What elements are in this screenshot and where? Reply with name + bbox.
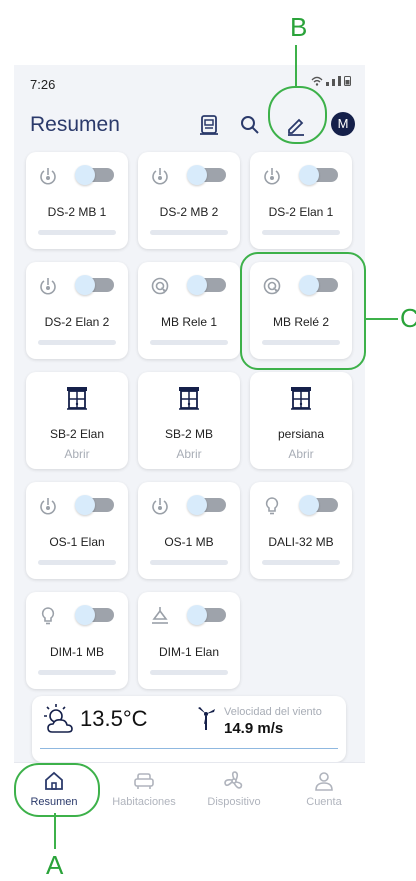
annotation-c-box [240, 252, 366, 370]
level-slider[interactable] [262, 560, 340, 565]
annotation-b-line [295, 45, 297, 87]
floorplan-icon[interactable] [197, 113, 221, 137]
level-slider[interactable] [262, 230, 340, 235]
level-slider[interactable] [150, 340, 228, 345]
device-name: DIM-1 Elan [158, 645, 220, 659]
device-name: DALI-32 MB [268, 535, 334, 549]
temperature-value: 13.5°C [80, 706, 148, 731]
blind-icon [179, 387, 199, 410]
device-card[interactable]: DS-2 MB 2 [138, 152, 240, 249]
power-icon [264, 168, 280, 185]
relay-icon [151, 277, 169, 295]
device-card[interactable]: DS-2 MB 1 [26, 152, 128, 249]
battery-icon [344, 76, 351, 86]
device-name: MB Rele 1 [160, 315, 218, 329]
nav-dispositivo[interactable]: Dispositivo [194, 769, 274, 808]
level-slider[interactable] [38, 230, 116, 235]
device-card[interactable]: DIM-1 Elan [138, 592, 240, 689]
toggle-switch[interactable] [187, 605, 226, 625]
toggle-switch[interactable] [187, 165, 226, 185]
wind-label: Velocidad del viento [224, 706, 322, 718]
bulb-icon [41, 607, 55, 625]
device-card[interactable]: DIM-1 MB [26, 592, 128, 689]
blind-icon [291, 387, 311, 410]
divider [40, 748, 338, 749]
annotation-c-label: C [400, 303, 416, 333]
open-action[interactable]: Abrir [138, 447, 240, 461]
device-card[interactable]: DALI-32 MB [250, 482, 352, 579]
device-name: DS-2 Elan 1 [268, 205, 334, 219]
annotation-a-line [54, 813, 56, 849]
device-name: SB-2 MB [164, 427, 213, 441]
device-name: OS-1 MB [164, 535, 214, 549]
avatar[interactable]: M [331, 112, 355, 136]
device-card[interactable]: DS-2 Elan 1 [250, 152, 352, 249]
wind-value: 14.9 m/s [224, 720, 284, 737]
toggle-switch[interactable] [299, 165, 338, 185]
wind-turbine-icon [198, 707, 215, 730]
blind-card[interactable]: persiana Abrir [250, 372, 352, 469]
device-card[interactable]: OS-1 MB [138, 482, 240, 579]
level-slider[interactable] [150, 670, 228, 675]
level-slider[interactable] [150, 560, 228, 565]
device-name: DS-2 MB 1 [47, 205, 107, 219]
weather-card[interactable]: 13.5°C Velocidad del viento 14.9 m/s [32, 696, 346, 762]
device-card[interactable]: MB Rele 1 [138, 262, 240, 359]
toggle-switch[interactable] [75, 495, 114, 515]
sofa-icon [134, 773, 154, 789]
device-card[interactable]: DS-2 Elan 2 [26, 262, 128, 359]
device-name: OS-1 Elan [49, 535, 105, 549]
status-time: 7:26 [30, 77, 56, 92]
wifi-icon [311, 76, 323, 86]
power-icon [40, 168, 56, 185]
system-icons [311, 75, 351, 86]
device-card[interactable]: OS-1 Elan [26, 482, 128, 579]
user-icon [315, 772, 333, 791]
power-icon [152, 498, 168, 515]
annotation-b-circle [268, 86, 327, 144]
fan-icon [224, 771, 243, 789]
device-name: persiana [277, 427, 325, 441]
level-slider[interactable] [38, 340, 116, 345]
device-name: DS-2 MB 2 [159, 205, 219, 219]
phone-screen: 7:26 Resumen M DS-2 MB 1 DS-2 MB 2 DS-2 … [14, 65, 365, 822]
partly-cloudy-icon [44, 704, 73, 733]
toggle-switch[interactable] [187, 495, 226, 515]
blind-card[interactable]: SB-2 Elan Abrir [26, 372, 128, 469]
nav-label: Cuenta [306, 796, 342, 808]
toggle-switch[interactable] [75, 275, 114, 295]
nav-habitaciones[interactable]: Habitaciones [104, 769, 184, 808]
toggle-switch[interactable] [299, 495, 338, 515]
power-icon [152, 168, 168, 185]
nav-cuenta[interactable]: Cuenta [284, 769, 364, 808]
open-action[interactable]: Abrir [26, 447, 128, 461]
search-icon[interactable] [238, 113, 262, 137]
level-slider[interactable] [38, 670, 116, 675]
level-slider[interactable] [150, 230, 228, 235]
toggle-switch[interactable] [75, 165, 114, 185]
level-slider[interactable] [38, 560, 116, 565]
bulb-icon [265, 497, 279, 515]
toggle-switch[interactable] [75, 605, 114, 625]
blind-card[interactable]: SB-2 MB Abrir [138, 372, 240, 469]
nav-label: Habitaciones [112, 796, 176, 808]
page-title: Resumen [30, 113, 120, 136]
annotation-a-label: A [46, 850, 64, 880]
power-icon [40, 498, 56, 515]
annotation-b-label: B [290, 12, 308, 42]
device-name: DS-2 Elan 2 [44, 315, 110, 329]
device-name: DIM-1 MB [50, 645, 104, 659]
lamp-icon [152, 607, 168, 624]
blind-icon [67, 387, 87, 410]
annotation-a-circle [14, 763, 100, 817]
annotation-c-line [364, 318, 398, 320]
signal-icon [326, 82, 329, 86]
device-name: SB-2 Elan [49, 427, 105, 441]
power-icon [40, 278, 56, 295]
nav-label: Dispositivo [207, 796, 261, 808]
toggle-switch[interactable] [187, 275, 226, 295]
open-action[interactable]: Abrir [250, 447, 352, 461]
